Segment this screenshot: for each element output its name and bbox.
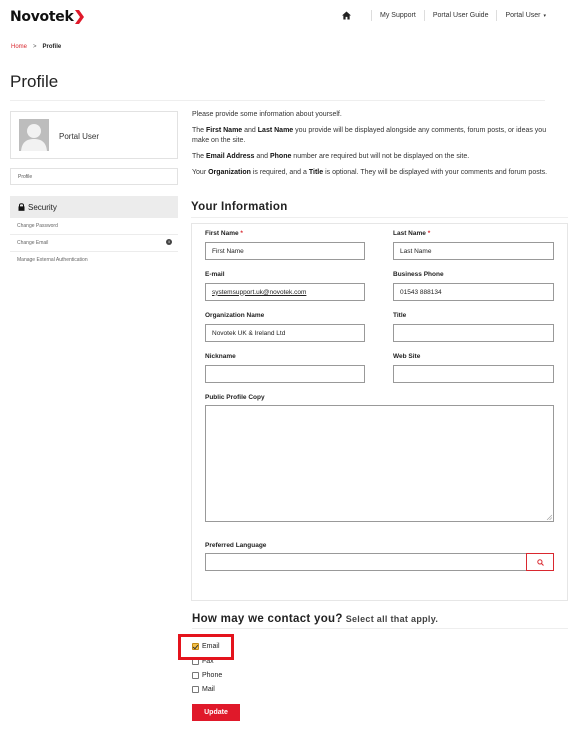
security-label: Security <box>28 202 57 212</box>
sidebar-item-change-password[interactable]: Change Password <box>10 218 178 235</box>
contact-option-mail[interactable]: Mail <box>192 686 215 693</box>
breadcrumb-current: Profile <box>42 44 62 50</box>
portal-user-menu[interactable]: Portal User ▾ <box>505 12 546 19</box>
organization-label: Organization Name <box>205 312 265 319</box>
sidebar-item-label: Change Password <box>17 223 58 229</box>
sidebar-item-label: Profile <box>18 174 33 180</box>
organization-field[interactable] <box>205 324 365 342</box>
intro-paragraph: Please provide some information about yo… <box>192 111 342 118</box>
user-silhouette-icon <box>19 119 49 151</box>
divider <box>192 628 568 629</box>
intro-text: Please provide some information about yo… <box>192 110 552 184</box>
my-support-link[interactable]: My Support <box>380 12 416 19</box>
user-card: Portal User <box>10 111 178 159</box>
business-phone-label: Business Phone <box>393 271 444 278</box>
contact-section-subtitle: Select all that apply. <box>345 614 439 624</box>
business-phone-field[interactable] <box>393 283 554 301</box>
divider <box>191 217 568 218</box>
email-field[interactable] <box>205 283 365 301</box>
nav-divider <box>423 10 425 21</box>
contact-option-label: Phone <box>202 672 223 679</box>
top-navigation: Novotek My Support Portal User Guide Por… <box>0 0 576 34</box>
website-field[interactable] <box>393 365 554 383</box>
breadcrumb-separator: > <box>33 44 37 50</box>
intro-paragraph: Your Organization is required, and a Tit… <box>192 169 548 176</box>
first-name-field[interactable] <box>205 242 365 260</box>
public-profile-label: Public Profile Copy <box>205 394 265 401</box>
nav-divider <box>371 10 373 21</box>
portal-user-label: Portal User <box>505 12 541 19</box>
sidebar-item-label: Change Email <box>17 240 49 246</box>
sidebar-item-label: Manage External Authentication <box>17 257 88 263</box>
checkbox-icon[interactable] <box>192 686 199 693</box>
home-icon[interactable] <box>342 11 352 20</box>
info-icon: i <box>166 239 172 245</box>
resize-handle-icon[interactable] <box>546 514 552 520</box>
update-button[interactable]: Update <box>192 704 240 721</box>
sidebar-item-profile[interactable]: Profile <box>10 168 178 185</box>
nav-links: My Support Portal User Guide Portal User… <box>342 10 546 21</box>
contact-option-phone[interactable]: Phone <box>192 672 222 679</box>
last-name-field[interactable] <box>393 242 554 260</box>
search-icon <box>536 558 544 566</box>
title-label: Title <box>393 312 407 319</box>
intro-paragraph: The Email Address and Phone number are r… <box>192 153 470 160</box>
checkbox-icon[interactable] <box>192 672 199 679</box>
email-label: E-mail <box>205 271 225 278</box>
nav-divider <box>496 10 498 21</box>
website-label: Web Site <box>393 353 421 360</box>
last-name-label: Last Name * <box>393 230 431 237</box>
contact-section-title: How may we contact you? Select all that a… <box>192 613 439 625</box>
brand-name: Novotek <box>10 9 74 25</box>
avatar <box>19 119 49 151</box>
highlight-box <box>178 634 234 660</box>
breadcrumb-home-link[interactable]: Home <box>11 44 27 50</box>
lock-icon <box>18 203 25 211</box>
nickname-label: Nickname <box>205 353 236 360</box>
breadcrumb: Home > Profile <box>11 44 61 50</box>
intro-paragraph: The First Name and Last Name you provide… <box>192 127 547 144</box>
public-profile-textarea[interactable] <box>205 405 554 522</box>
language-search-button[interactable] <box>526 553 554 571</box>
first-name-label: First Name * <box>205 230 243 237</box>
page-title: Profile <box>10 72 59 91</box>
sidebar-item-change-email[interactable]: Change Email i <box>10 235 178 252</box>
contact-option-label: Mail <box>202 686 215 693</box>
chevron-down-icon: ▾ <box>543 13 546 19</box>
title-field[interactable] <box>393 324 554 342</box>
divider <box>10 100 545 101</box>
preferred-language-field[interactable] <box>205 553 527 571</box>
novotek-logo[interactable]: Novotek <box>10 9 85 25</box>
nickname-field[interactable] <box>205 365 365 383</box>
logo-chevron-icon <box>75 10 85 24</box>
preferred-language-label: Preferred Language <box>205 542 267 549</box>
section-title: Your Information <box>191 201 288 213</box>
security-header: Security <box>10 196 178 218</box>
portal-user-guide-link[interactable]: Portal User Guide <box>433 12 489 19</box>
sidebar-item-manage-external-auth[interactable]: Manage External Authentication <box>10 252 178 269</box>
user-name: Portal User <box>59 132 100 141</box>
